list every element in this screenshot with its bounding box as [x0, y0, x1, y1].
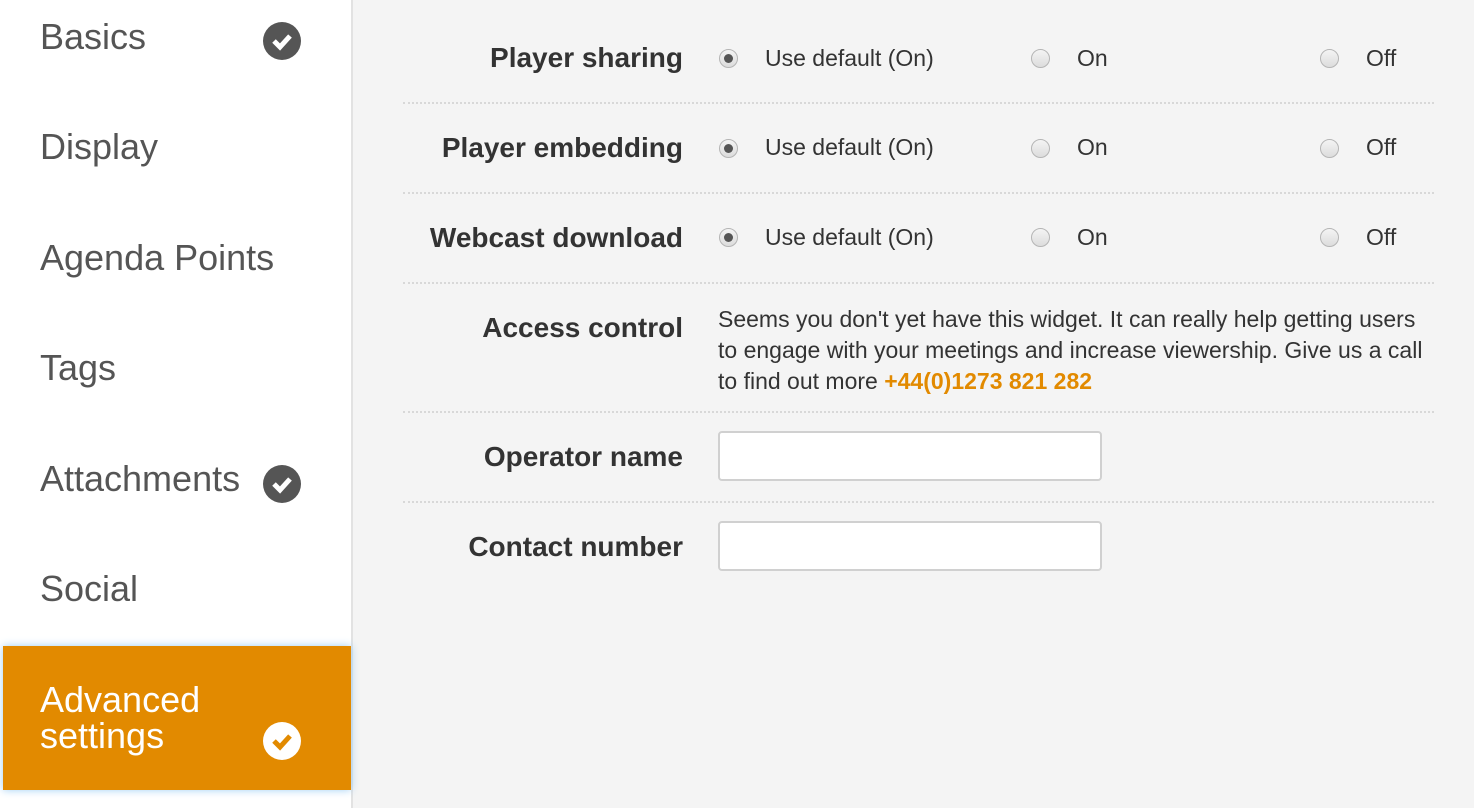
- sidebar-item-label: Attachments: [40, 458, 241, 499]
- option-label: Off: [1366, 224, 1397, 250]
- sidebar-item-advanced-settings[interactable]: Advanced settings: [3, 646, 351, 790]
- option-label: Off: [1366, 134, 1397, 160]
- sidebar-item-label: Tags: [40, 347, 117, 388]
- radio-use-default[interactable]: [719, 49, 738, 68]
- check-circle-icon: [263, 465, 301, 503]
- setting-row-player-embedding: Player embedding Use default (On) On Off: [403, 104, 1434, 194]
- check-circle-icon: [263, 722, 301, 760]
- option-label: Off: [1366, 45, 1397, 71]
- setting-label: Webcast download: [429, 222, 683, 253]
- setting-row-contact-number: Contact number: [403, 503, 1434, 591]
- option-label: Use default (On): [765, 224, 934, 250]
- option-label: Use default (On): [765, 134, 934, 160]
- sidebar-item-social[interactable]: Social: [0, 550, 351, 660]
- setting-row-access-control: Access control Seems you don't yet have …: [403, 284, 1434, 413]
- radio-on[interactable]: [1031, 49, 1050, 68]
- option-label: On: [1077, 45, 1108, 71]
- option-label: On: [1077, 224, 1108, 250]
- radio-use-default[interactable]: [719, 228, 738, 247]
- radio-off[interactable]: [1320, 139, 1339, 158]
- sidebar-item-label: Agenda Points: [40, 237, 275, 278]
- option-label: Use default (On): [765, 45, 934, 71]
- radio-off[interactable]: [1320, 228, 1339, 247]
- sidebar-item-label: Advanced settings: [40, 679, 201, 756]
- setting-row-operator-name: Operator name: [403, 413, 1434, 503]
- setting-row-webcast-download: Webcast download Use default (On) On Off: [403, 194, 1434, 284]
- check-circle-icon: [263, 22, 301, 60]
- setting-label: Contact number: [468, 531, 683, 562]
- sidebar-item-agenda-points[interactable]: Agenda Points: [0, 220, 351, 330]
- sidebar-item-label: Basics: [40, 16, 147, 57]
- radio-use-default[interactable]: [719, 139, 738, 158]
- radio-on[interactable]: [1031, 139, 1050, 158]
- sidebar-item-tags[interactable]: Tags: [0, 330, 351, 440]
- sidebar-item-label: Display: [40, 126, 159, 167]
- setting-label: Access control: [482, 312, 683, 343]
- access-control-message: Seems you don't yet have this widget. It…: [718, 304, 1438, 397]
- setting-label: Player sharing: [490, 42, 683, 73]
- operator-name-input[interactable]: [718, 431, 1102, 481]
- sidebar-item-basics[interactable]: Basics: [0, 0, 351, 110]
- phone-number: +44(0)1273 821 282: [884, 368, 1093, 394]
- setting-label: Operator name: [483, 441, 683, 472]
- sidebar-item-display[interactable]: Display: [0, 110, 351, 220]
- sidebar-item-label: Social: [40, 568, 139, 609]
- contact-number-input[interactable]: [718, 521, 1102, 571]
- option-label: On: [1077, 134, 1108, 160]
- sidebar: Basics Display Agenda Points Tags Attach…: [0, 0, 353, 808]
- setting-row-player-sharing: Player sharing Use default (On) On Off: [403, 12, 1434, 104]
- sidebar-item-attachments[interactable]: Attachments: [0, 440, 351, 550]
- radio-on[interactable]: [1031, 228, 1050, 247]
- radio-off[interactable]: [1320, 49, 1339, 68]
- setting-label: Player embedding: [441, 132, 683, 163]
